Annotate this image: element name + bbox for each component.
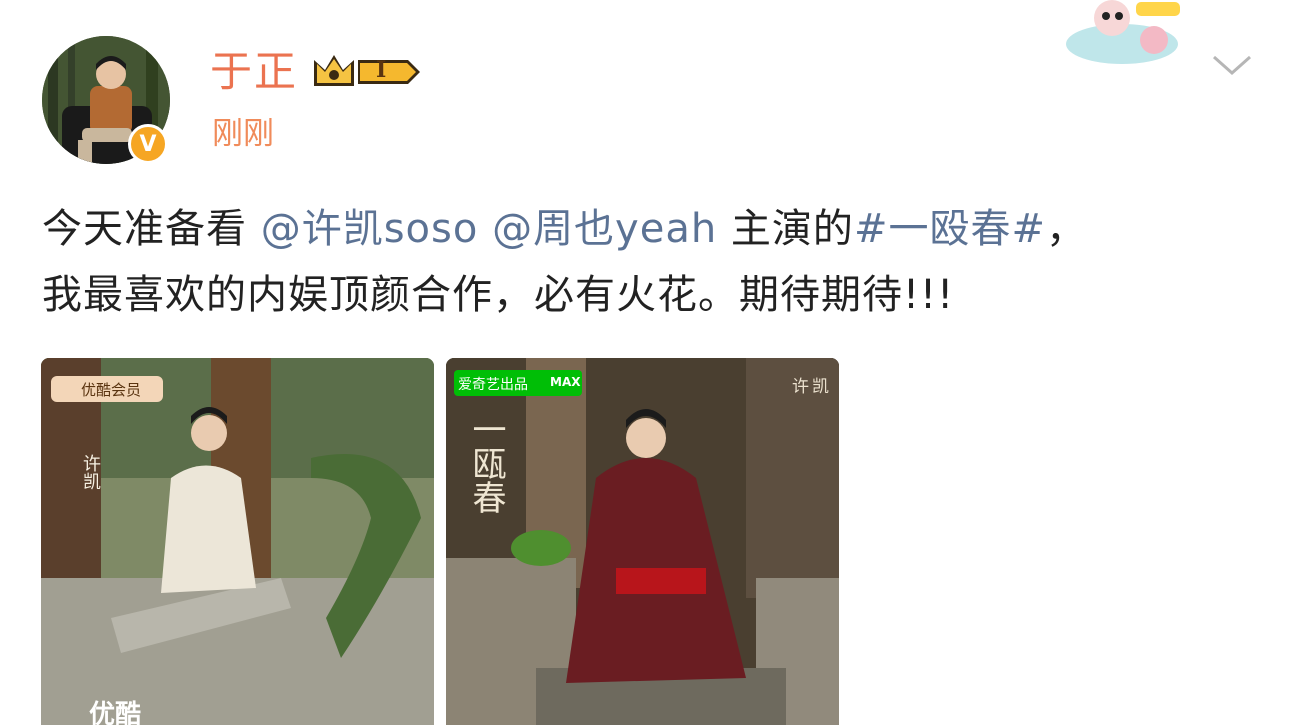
- iqiyi-producer-badge: 爱奇艺出品: [458, 377, 528, 393]
- hashtag-link[interactable]: #一殴春#: [854, 206, 1046, 252]
- username[interactable]: 于正: [210, 48, 298, 96]
- post-line-2: 我最喜欢的内娱顶颜合作，必有火花。期待期待!!!: [42, 272, 955, 318]
- youku-logo-text: 优酷: [89, 700, 142, 725]
- more-options-chevron[interactable]: [1210, 52, 1254, 78]
- vip-badge-label: 优酷会员: [81, 381, 142, 399]
- cartoon-sticker-icon: [1066, 0, 1180, 64]
- post-text-segment: ，: [1045, 206, 1087, 252]
- level-text: I: [376, 57, 387, 83]
- chevron-down-icon: [1213, 55, 1251, 76]
- mention-zhouye[interactable]: @周也yeah: [492, 206, 717, 252]
- post-image-1[interactable]: 优酷会员 许凯 优酷: [41, 358, 434, 725]
- post-text: 今天准备看 @许凯soso @周也yeah 主演的#一殴春#， 我最喜欢的内娱顶…: [42, 196, 1242, 328]
- post-text-segment: 今天准备看: [42, 206, 261, 252]
- mention-xukai[interactable]: @许凯soso: [261, 206, 479, 252]
- image-1-name: 许凯: [80, 454, 101, 490]
- image-2-name: 许凯: [792, 377, 832, 397]
- post-image-2[interactable]: 爱奇艺出品 MAX 许凯 一瓯春: [446, 358, 839, 725]
- drama-title-calligraphy: 一瓯春: [466, 412, 506, 514]
- post-text-segment: 主演的: [717, 206, 854, 252]
- crown-icon: [314, 55, 420, 86]
- post-line-1: 今天准备看 @许凯soso @周也yeah 主演的#一殴春#，: [42, 196, 1242, 262]
- max-badge: MAX: [550, 375, 581, 389]
- image-1-illustration: [41, 358, 434, 725]
- card-decoration-sticker: [1066, 0, 1184, 64]
- post-timestamp[interactable]: 刚刚: [212, 114, 274, 154]
- crown-level-badge[interactable]: [312, 52, 424, 92]
- verified-v-icon: V: [128, 124, 168, 164]
